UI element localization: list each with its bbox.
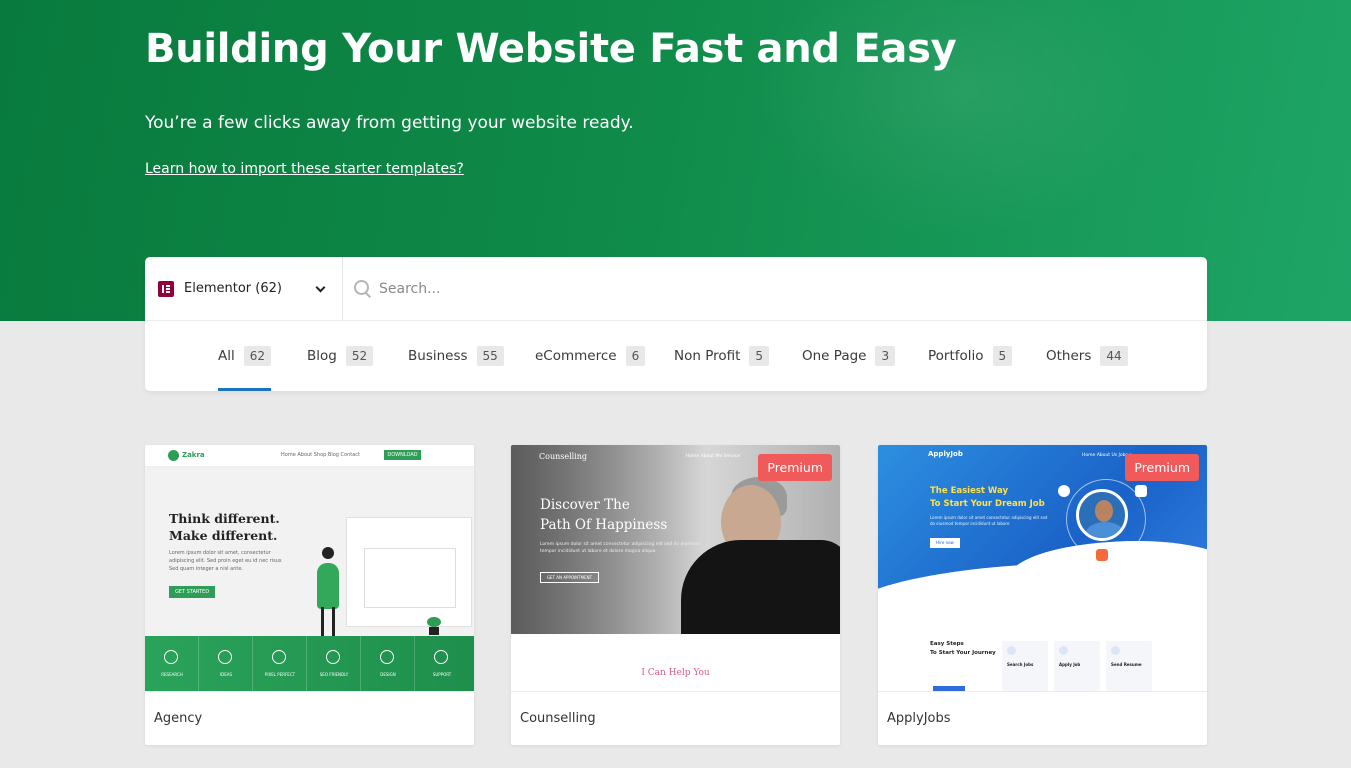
preview-brand: ApplyJob: [928, 450, 963, 458]
person-illustration: [317, 563, 339, 609]
tab-count-badge: 5: [749, 346, 770, 366]
tab-count-badge: 3: [875, 346, 896, 366]
template-name: ApplyJobs: [887, 711, 951, 726]
preview-appointment-button: GET AN APPOINTMENT: [540, 572, 599, 583]
plant-icon: [427, 617, 441, 627]
document-icon: [1111, 646, 1120, 655]
preview-section: I Can Help You: [511, 634, 840, 691]
html5-icon: [1096, 549, 1108, 561]
tab-label: eCommerce: [535, 348, 617, 364]
tab-others[interactable]: Others 44: [1046, 321, 1128, 391]
tab-label: Blog: [307, 348, 337, 364]
template-card-applyjobs[interactable]: ApplyJob Home About Us Jobs ▾ The Easies…: [878, 445, 1207, 745]
tab-label: Business: [408, 348, 468, 364]
feature-pixel-perfect: PIXEL PERFECT: [253, 636, 307, 691]
preview-navbar: Zakra Home About Shop Blog Contact DOWNL…: [145, 445, 474, 467]
plant-pot: [429, 627, 439, 635]
tab-business[interactable]: Business 55: [408, 321, 504, 391]
tab-all[interactable]: All 62: [218, 321, 272, 391]
preview-download-button: DOWNLOAD: [384, 450, 421, 460]
template-card-agency[interactable]: Zakra Home About Shop Blog Contact DOWNL…: [145, 445, 474, 745]
tab-label: One Page: [802, 348, 867, 364]
preview-text: Lorem ipsum dolor sit amet consectetur a…: [930, 515, 1048, 526]
gear-icon: [1059, 646, 1068, 655]
template-name: Counselling: [520, 711, 596, 726]
preview-text: Lorem ipsum dolor sit amet consectetur a…: [540, 542, 700, 554]
tab-blog[interactable]: Blog 52: [307, 321, 374, 391]
preview-section-title: I Can Help You: [641, 668, 710, 678]
filter-panel: Elementor (62) All 62 Blog 52 Business 5…: [145, 257, 1207, 391]
tab-count-badge: 44: [1100, 346, 1128, 366]
tab-count-badge: 52: [345, 346, 374, 366]
chart-icon: [326, 650, 340, 664]
search-icon: [353, 279, 373, 299]
chevron-down-icon: [315, 282, 326, 293]
tab-count-badge: 5: [992, 346, 1013, 366]
preview-headline: The Easiest Way To Start Your Dream Job: [930, 486, 1045, 509]
template-preview: ApplyJob Home About Us Jobs ▾ The Easies…: [878, 445, 1207, 691]
preview-menu: Home About Shop Blog Contact: [281, 452, 360, 458]
preview-brand: Zakra: [182, 451, 205, 459]
avatar: [1076, 489, 1128, 541]
page-builder-label: Elementor (62): [184, 281, 282, 296]
preview-menu: Home About Us Jobs ▾: [1082, 453, 1132, 458]
person-head: [322, 547, 334, 559]
preview-menu: Home About Me Service: [686, 454, 741, 459]
search-icon: [164, 650, 178, 664]
bulb-icon: [218, 650, 232, 664]
preview-headline: Think different. Make different.: [169, 511, 280, 543]
preview-text: Lorem ipsum dolor sit amet, consectetur …: [169, 550, 282, 572]
feature-seo-friendly: SEO FRIENDLY: [307, 636, 361, 691]
template-card-counselling[interactable]: Counselling Home About Me Service Discov…: [511, 445, 840, 745]
preview-features-bar: RESEARCH IDEAS PIXEL PERFECT SEO FRIENDL…: [145, 636, 474, 691]
preview-get-started-button: GET STARTED: [169, 586, 215, 598]
premium-badge: Premium: [1125, 454, 1199, 481]
whiteboard-illustration: [346, 517, 472, 627]
pixel-icon: [272, 650, 286, 664]
search-icon: [1007, 646, 1016, 655]
logo-icon: [168, 450, 179, 461]
chrome-icon: [1058, 485, 1070, 497]
tab-label: Portfolio: [928, 348, 984, 364]
feature-research: RESEARCH: [145, 636, 199, 691]
category-tabs: All 62 Blog 52 Business 55 eCommerce 6 N…: [145, 321, 1207, 391]
feature-design: DESIGN: [361, 636, 415, 691]
pen-icon: [380, 650, 394, 664]
preview-headline: Discover The Path Of Happiness: [540, 497, 668, 533]
tab-count-badge: 6: [625, 346, 646, 366]
search-input[interactable]: [379, 280, 1159, 297]
tab-non-profit[interactable]: Non Profit 5: [674, 321, 770, 391]
step-box: Send Resume: [1106, 641, 1152, 691]
template-name: Agency: [154, 711, 203, 726]
briefcase-icon: [1135, 485, 1147, 497]
tab-label: Non Profit: [674, 348, 741, 364]
hero-subtitle: You’re a few clicks away from getting yo…: [145, 113, 634, 133]
preview-steps-title: Easy Steps To Start Your Journey: [930, 641, 996, 656]
tab-count-badge: 62: [243, 346, 272, 366]
import-help-link[interactable]: Learn how to import these starter templa…: [145, 161, 464, 177]
preview-hire-button: Hire now: [930, 538, 960, 548]
step-box: Apply Job: [1054, 641, 1100, 691]
page-builder-select[interactable]: Elementor (62): [145, 257, 343, 320]
elementor-icon: [158, 280, 174, 297]
tab-count-badge: 55: [476, 346, 504, 366]
page-title: Building Your Website Fast and Easy: [145, 26, 957, 72]
headset-icon: [434, 650, 448, 664]
tab-portfolio[interactable]: Portfolio 5: [928, 321, 1013, 391]
feature-ideas: IDEAS: [199, 636, 253, 691]
card-footer: Counselling: [511, 691, 840, 745]
card-footer: ApplyJobs: [878, 691, 1207, 745]
tab-one-page[interactable]: One Page 3: [802, 321, 896, 391]
search-box: [343, 257, 1207, 320]
preview-brand: Counselling: [539, 452, 588, 461]
tab-label: All: [218, 348, 235, 364]
premium-badge: Premium: [758, 454, 832, 481]
tab-ecommerce[interactable]: eCommerce 6: [535, 321, 646, 391]
card-footer: Agency: [145, 691, 474, 745]
template-preview: Counselling Home About Me Service Discov…: [511, 445, 840, 691]
tab-label: Others: [1046, 348, 1092, 364]
template-preview: Zakra Home About Shop Blog Contact DOWNL…: [145, 445, 474, 691]
feature-support: SUPPORT: [415, 636, 469, 691]
step-box: Search Jobs: [1002, 641, 1048, 691]
